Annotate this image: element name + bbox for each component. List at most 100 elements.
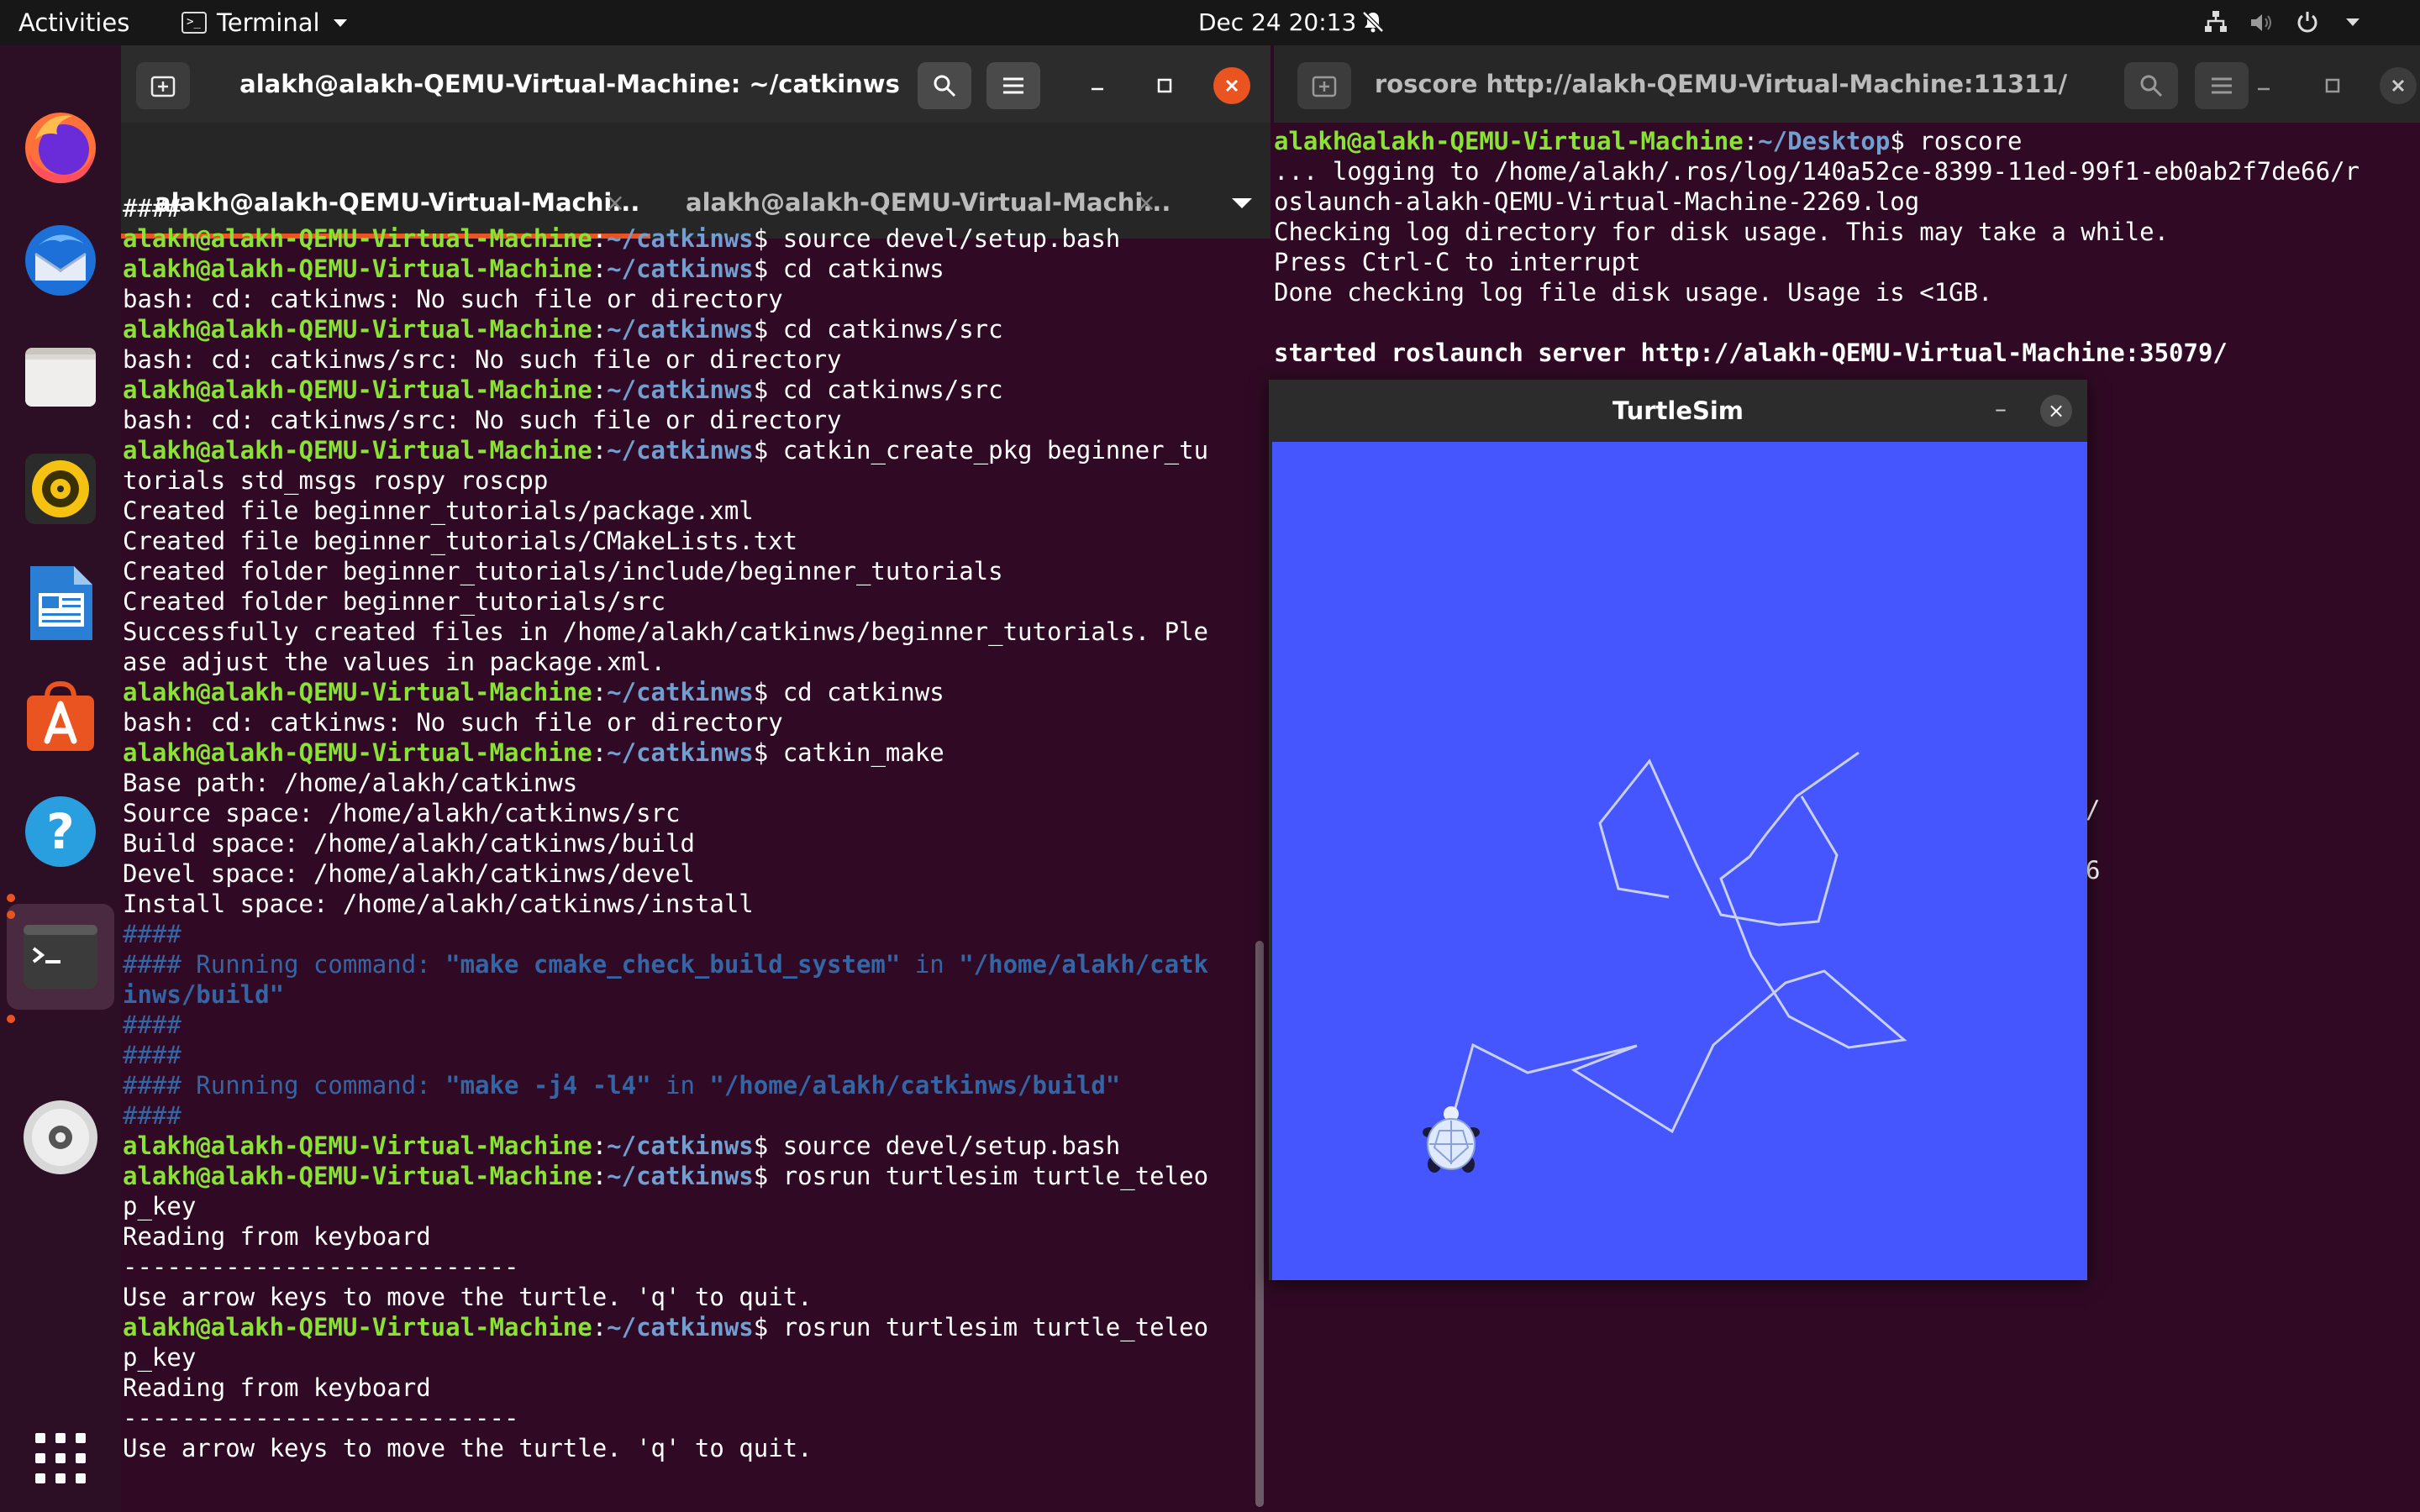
files-icon [25, 348, 96, 407]
output-line: Devel space: /home/alakh/catkinws/devel [123, 859, 695, 888]
output-line: Source space: /home/alakh/catkinws/src [123, 799, 681, 827]
scrollbar[interactable] [1255, 941, 1264, 1507]
command-line: $ cd catkinws [753, 678, 944, 706]
prompt-user: alakh@alakh-QEMU-Virtual-Machine [123, 375, 592, 404]
dock: ? [0, 45, 121, 1512]
prompt-user: alakh@alakh-QEMU-Virtual-Machine [123, 255, 592, 283]
dock-firefox[interactable] [18, 104, 103, 188]
dvd-icon [24, 1100, 97, 1174]
output-line: 6 [2086, 856, 2101, 885]
command-line: $ cd catkinws/src [753, 375, 1003, 404]
running-indicator [7, 1015, 15, 1023]
close-button[interactable] [1213, 67, 1250, 104]
show-applications-button[interactable] [18, 1416, 103, 1500]
turtle-path [1598, 759, 1839, 927]
prompt-path: ~/catkinws [607, 224, 754, 253]
prompt-path: ~/catkinws [607, 1162, 754, 1190]
menu-button[interactable] [2195, 62, 2249, 109]
output-line: p_key [123, 1343, 197, 1372]
prompt-path: ~/catkinws [607, 436, 754, 465]
output-line: torials std_msgs rospy roscpp [123, 466, 549, 495]
output-line: bash: cd: catkinws: No such file or dire… [123, 708, 783, 737]
dock-help[interactable]: ? [18, 790, 103, 874]
output-line: "/home/alakh/catk [959, 950, 1209, 979]
prompt-user: alakh@alakh-QEMU-Virtual-Machine [123, 1313, 592, 1341]
running-indicator [7, 894, 15, 902]
dock-thunderbird[interactable] [18, 218, 103, 302]
close-button[interactable]: × [2040, 395, 2072, 427]
hamburger-icon [1003, 77, 1023, 94]
new-tab-button[interactable] [1297, 62, 1351, 109]
close-button[interactable] [2380, 67, 2417, 104]
output-line: Build space: /home/alakh/catkinws/build [123, 829, 695, 858]
search-icon [934, 75, 956, 97]
system-tray[interactable] [2168, 0, 2420, 45]
output-line: #### [123, 1011, 182, 1039]
maximize-button[interactable] [2314, 67, 2351, 104]
close-icon [2391, 79, 2405, 92]
dock-rhythmbox[interactable] [18, 447, 103, 531]
output-line: bash: cd: catkinws/src: No such file or … [123, 406, 842, 434]
turtlesim-canvas [1272, 442, 2087, 1280]
output-line: ... logging to /home/alakh/.ros/log/140a… [1274, 157, 2360, 186]
output-line: Use arrow keys to move the turtle. 'q' t… [123, 1434, 813, 1462]
output-line: Checking log directory for disk usage. T… [1274, 218, 2170, 246]
prompt-user: alakh@alakh-QEMU-Virtual-Machine [123, 1162, 592, 1190]
output-line: "make cmake_check_build_system" [445, 950, 901, 979]
dock-writer[interactable] [18, 561, 103, 645]
chevron-down-icon [333, 18, 347, 27]
new-tab-button[interactable] [136, 62, 190, 109]
prompt-user: alakh@alakh-QEMU-Virtual-Machine [123, 224, 592, 253]
new-tab-icon [1312, 76, 1337, 97]
catkin-terminal-output[interactable]: #### alakh@alakh-QEMU-Virtual-Machine:~/… [123, 193, 1208, 1463]
output-line: --------------------------- [123, 1404, 519, 1432]
output-line: Reading from keyboard [123, 1373, 431, 1402]
app-menu[interactable]: >_ Terminal [182, 8, 347, 37]
dock-files[interactable] [18, 333, 103, 417]
app-menu-label: Terminal [217, 8, 320, 37]
output-line: Created file beginner_tutorials/CMakeLis… [123, 527, 798, 555]
menu-button[interactable] [986, 62, 1040, 109]
command-line: $ catkin_make [753, 738, 944, 767]
titlebar: roscore http://alakh-QEMU-Virtual-Machin… [1274, 45, 2420, 123]
output-line: #### [123, 1101, 182, 1130]
search-icon [2140, 75, 2163, 97]
minimize-button[interactable] [2245, 67, 2282, 104]
prompt-path: ~/catkinws [607, 255, 754, 283]
svg-text:?: ? [46, 803, 75, 860]
notifications-muted-icon[interactable] [1361, 10, 1385, 34]
dock-software[interactable] [18, 675, 103, 759]
terminal-icon [24, 925, 97, 989]
output-line: Base path: /home/alakh/catkinws [123, 769, 578, 797]
turtle-trail [1423, 751, 1907, 1173]
prompt-user: alakh@alakh-QEMU-Virtual-Machine [123, 1131, 592, 1160]
prompt-user: alakh@alakh-QEMU-Virtual-Machine [123, 315, 592, 344]
roscore-terminal-output[interactable]: alakh@alakh-QEMU-Virtual-Machine:~/Deskt… [1274, 126, 2360, 368]
command-line: $ roscore [1890, 127, 2023, 155]
hamburger-icon [2212, 77, 2232, 94]
maximize-button[interactable] [1146, 67, 1183, 104]
output-line: #### [123, 920, 182, 948]
output-line: "/home/alakh/catkinws/build" [709, 1071, 1121, 1100]
chevron-down-icon [2346, 18, 2360, 26]
output-line: Done checking log file disk usage. Usage… [1274, 278, 1993, 307]
clock[interactable]: Dec 24 20:13 [1198, 8, 1356, 36]
output-line: --------------------------- [123, 1252, 519, 1281]
turtle-path [1446, 751, 1907, 1136]
turtlesim-title: TurtleSim [1612, 396, 1744, 425]
turtlesim-window: TurtleSim – × [1269, 380, 2087, 1280]
help-icon: ? [25, 796, 96, 867]
minimize-button[interactable]: – [1995, 395, 2007, 423]
activities-button[interactable]: Activities [18, 8, 129, 37]
new-tab-icon [150, 76, 176, 97]
prompt-path: ~/catkinws [607, 1131, 754, 1160]
dock-terminal[interactable] [7, 904, 114, 1010]
minimize-button[interactable] [1079, 67, 1116, 104]
search-button[interactable] [918, 62, 971, 109]
tab-list-chevron-icon[interactable] [1232, 198, 1252, 208]
minimize-icon [2258, 87, 2270, 91]
power-icon [2297, 12, 2317, 33]
search-button[interactable] [2124, 62, 2178, 109]
command-line: $ source devel/setup.bash [753, 224, 1121, 253]
dock-dvd[interactable] [18, 1095, 103, 1179]
